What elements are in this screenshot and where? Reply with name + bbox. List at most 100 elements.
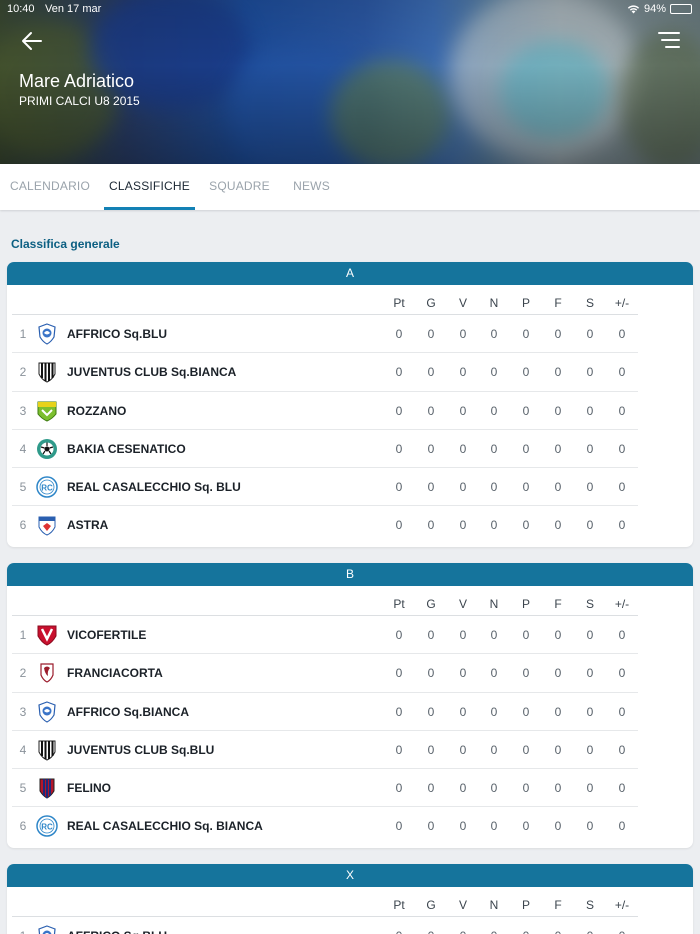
tab-calendario[interactable]: CALENDARIO [9,164,91,210]
stat-p: 0 [522,518,530,533]
team-name: AFFRICO Sq.BLU [67,929,167,934]
stat-diff: 0 [618,819,626,834]
stat-g: 0 [427,742,435,757]
stat-p: 0 [522,441,530,456]
stat-f: 0 [554,819,562,834]
team-position: 6 [19,518,27,533]
stat-f: 0 [554,666,562,681]
column-header: G [426,898,436,912]
stat-n: 0 [490,518,498,533]
stat-diff: 0 [618,666,626,681]
tab-classifiche[interactable]: CLASSIFICHE [104,164,195,210]
back-arrow-icon[interactable] [20,30,44,52]
column-header: F [554,597,562,611]
stat-p: 0 [522,781,530,796]
team-name: JUVENTUS CLUB Sq.BLU [67,742,215,757]
stat-diff: 0 [607,929,637,934]
team-row[interactable]: 2 FRANCIACORTA 0 0 0 0 0 0 0 0 [12,654,638,693]
stat-pt: 0 [395,704,403,719]
stat-n: 0 [490,628,498,642]
battery-percent: 94% [643,3,666,15]
stat-g: 0 [427,819,435,834]
team-row[interactable]: 6 ASTRA 0 0 0 0 0 0 0 0 [12,506,638,544]
column-header: +/- [614,296,630,310]
bakia-logo-icon [36,438,58,460]
team-row[interactable]: 4 BAKIA CESENATICO 0 0 0 0 0 0 0 0 [12,430,638,469]
stat-v: 0 [459,518,467,533]
team-row[interactable]: 3 AFFRICO Sq.BIANCA 0 0 0 0 0 0 0 0 [12,693,638,731]
stat-s: 0 [586,742,594,757]
status-bar: 10:40 Ven 17 mar 94% [0,0,700,20]
stat-p: 0 [522,327,530,341]
team-row[interactable]: 1AFFRICO Sq.BLU00000000 [12,917,638,934]
team-name: REAL CASALECCHIO Sq. BLU [67,480,241,495]
column-header: V [458,296,467,310]
group-header: X [7,864,693,887]
column-header: S [585,597,594,611]
stat-diff: 0 [618,441,626,456]
section-title: Classifica generale [11,237,120,251]
filter-menu-icon[interactable] [657,30,681,50]
stat-n: 0 [490,742,498,757]
stat-v: 0 [459,441,467,456]
juventus-club-logo-icon [36,739,58,761]
column-header: F [554,898,562,912]
rozzano-logo-icon [36,400,58,422]
affrico-logo-icon [36,925,58,934]
column-header: P [521,296,530,310]
stat-g: 0 [427,628,435,642]
team-row[interactable]: 4 JUVENTUS CLUB Sq.BLU 0 0 0 0 0 0 0 0 [12,731,638,770]
stat-g: 0 [427,704,435,719]
stat-p: 0 [522,742,530,757]
stat-diff: 0 [618,480,626,495]
stat-v: 0 [459,781,467,796]
group-header: A [7,262,693,285]
stat-s: 0 [586,518,594,533]
stat-p: 0 [511,929,541,934]
column-header: S [585,296,594,310]
stat-pt: 0 [395,327,403,341]
svg-text:RC: RC [41,484,53,493]
team-row[interactable]: 2 JUVENTUS CLUB Sq.BIANCA 0 0 0 0 0 0 0 0 [12,353,638,392]
stat-p: 0 [522,403,530,418]
team-row[interactable]: 5 FELINO 0 0 0 0 0 0 0 0 [12,769,638,808]
stat-n: 0 [490,480,498,495]
team-row[interactable]: 3 ROZZANO 0 0 0 0 0 0 0 0 [12,392,638,430]
stat-v: 0 [459,742,467,757]
stat-n: 0 [490,704,498,719]
standings-card-group-a: A Pt G V N P F S +/- 1 AFFRICO Sq.BLU 0 0 0 0 0 0 0 0 2 JUVE… [7,262,693,547]
team-name: ASTRA [67,518,109,533]
team-row[interactable]: 6 RC REAL CASALECCHIO Sq. BIANCA 0 0 0 0 0 0 0 0 [12,807,638,845]
stat-diff: 0 [618,628,626,642]
team-row[interactable]: 1 VICOFERTILE 0 0 0 0 0 0 0 0 [12,616,638,655]
stat-n: 0 [490,666,498,681]
stat-diff: 0 [618,327,626,341]
stat-n: 0 [490,327,498,341]
stat-s: 0 [586,403,594,418]
team-name: ROZZANO [67,403,127,418]
stat-diff: 0 [618,781,626,796]
stat-pt: 0 [395,365,403,380]
team-position: 4 [19,441,27,456]
team-position: 2 [19,666,27,681]
stat-v: 0 [459,327,467,341]
stat-g: 0 [427,403,435,418]
column-header: G [426,597,436,611]
column-header: P [521,597,530,611]
team-position: 5 [19,781,27,796]
stat-f: 0 [554,628,562,642]
tab-squadre[interactable]: SQUADRE [207,164,272,210]
vicofertile-logo-icon [36,624,58,646]
team-row[interactable]: 1AFFRICO Sq.BLU00000000 [12,315,638,354]
tab-news[interactable]: NEWS [287,164,336,210]
franciacorta-logo-icon [36,662,58,684]
column-header: V [458,597,467,611]
stat-g: 0 [427,441,435,456]
team-name: VICOFERTILE [67,628,147,642]
stat-pt: 0 [395,403,403,418]
team-row[interactable]: 5 RC REAL CASALECCHIO Sq. BLU 0 0 0 0 0 0 0 0 [12,468,638,507]
stat-pt: 0 [395,518,403,533]
stat-diff: 0 [618,403,626,418]
stat-p: 0 [522,819,530,834]
stat-s: 0 [575,929,605,934]
